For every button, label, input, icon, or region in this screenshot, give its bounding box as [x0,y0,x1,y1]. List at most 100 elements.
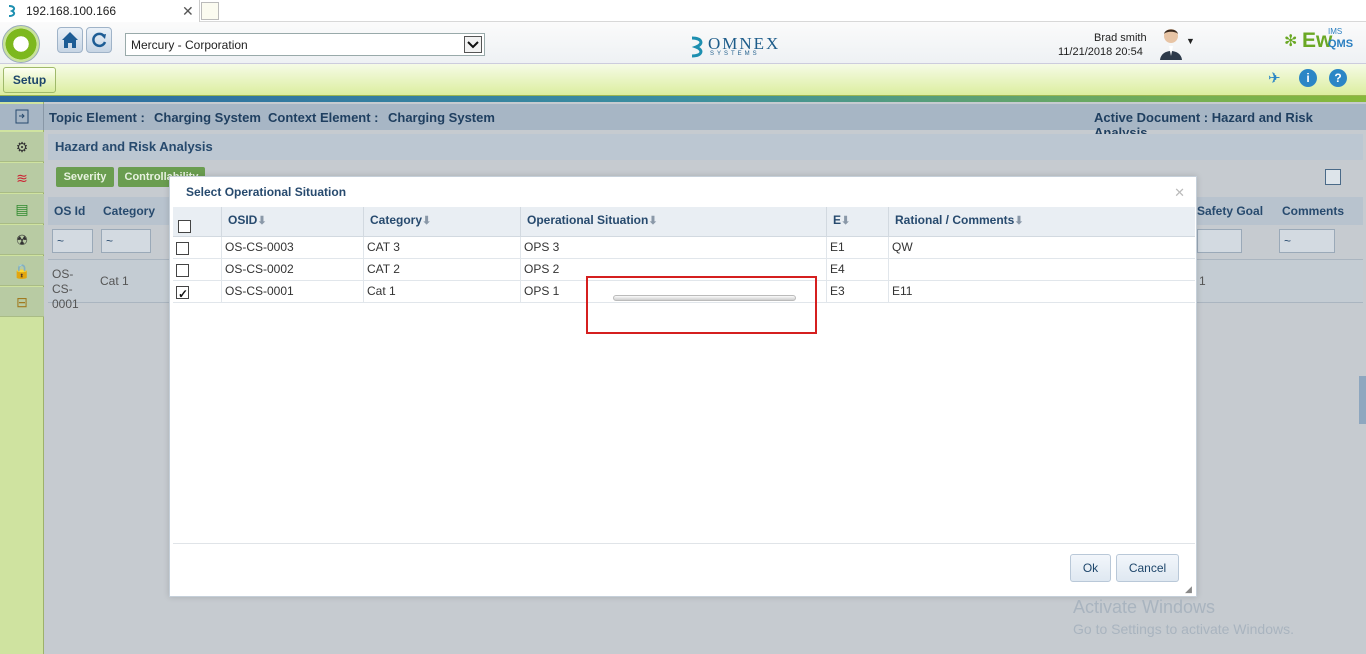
pin-icon[interactable]: ✈ [1268,69,1286,87]
column-comments: Comments [1282,204,1345,218]
column-operational-situation-label: Operational Situation [527,213,649,227]
layers-icon[interactable]: ≋ [0,163,44,193]
column-rational-comments-label: Rational / Comments [895,213,1015,227]
browser-tab-title: 192.168.100.166 [26,4,117,18]
filter-comments[interactable]: ~ [1279,229,1335,253]
sort-arrow-icon: ⬇ [1014,215,1024,227]
ewqms-flower-icon: ✻ [1284,33,1298,50]
page-scrollbar-thumb[interactable] [1359,376,1366,424]
select-all-checkbox[interactable] [178,220,191,233]
cell-comments [889,259,1195,281]
cell-e: E3 [827,281,889,303]
settings-gear-icon[interactable]: ⚙ [0,132,44,162]
table-row[interactable]: OS-CS-0003 CAT 3 OPS 3 E1 QW [173,237,1195,259]
collapse-button[interactable] [0,104,44,130]
cell-e: E1 [827,237,889,259]
row-checkbox-cell [173,237,222,259]
module-toolbar: Setup ✈ i ? [0,64,1366,96]
hazard-icon[interactable]: ☢ [0,225,44,255]
close-icon[interactable]: ✕ [1174,185,1185,201]
dialog-title: Select Operational Situation [186,185,347,199]
browser-tab[interactable]: 192.168.100.166 ✕ [0,0,200,22]
refresh-icon [92,32,107,48]
topic-bar: Topic Element : Charging System Context … [44,104,1366,140]
omnex-favicon-icon [8,5,16,17]
omnex-mark-icon [691,36,703,58]
avatar[interactable] [1158,26,1184,60]
help-icon[interactable]: ? [1329,69,1347,87]
context-element-value: Charging System [388,110,495,125]
stack-icon[interactable]: ▤ [0,194,44,224]
panel-title-bar: Hazard and Risk Analysis [48,134,1363,160]
dialog-grid-header: OSID⬇ Category⬇ Operational Situation⬇ E… [173,207,1195,237]
column-category: Category [103,204,156,218]
column-category-label: Category [370,213,423,227]
cell-category: CAT 2 [364,259,521,281]
cancel-button[interactable]: Cancel [1116,554,1179,582]
organization-select[interactable]: Mercury - Corporation [125,33,485,56]
column-os-id: OS Id [54,204,86,218]
horizontal-scrollbar[interactable] [613,295,796,301]
setup-tab[interactable]: Setup [3,67,56,93]
cell-category: CAT 3 [364,237,521,259]
ok-button[interactable]: Ok [1070,554,1111,582]
close-tab-icon[interactable]: ✕ [182,3,194,20]
topic-element-value: Charging System [154,110,261,125]
collapse-icon [15,109,29,124]
filter-safety-goal[interactable] [1197,229,1242,253]
column-safety-goal: Safety Goal [1197,204,1264,218]
left-sidebar: ⚙ ≋ ▤ ☢ 🔒 ⊟ [0,102,44,654]
highlight-annotation-box [586,276,817,334]
row-checkbox-cell [173,281,222,304]
app-header: Mercury - Corporation OMNEX SYSTEMS Brad… [0,22,1366,64]
new-tab-button[interactable] [201,2,219,20]
activate-windows-title: Activate Windows [1073,597,1216,617]
severity-button[interactable]: Severity [56,167,114,187]
user-timestamp: 11/21/2018 20:54 [1058,46,1143,58]
chevron-down-icon[interactable] [464,36,482,53]
info-icon[interactable]: i [1299,69,1317,87]
filter-category[interactable]: ~ [101,229,151,253]
cell-comments: QW [892,240,913,254]
lock-icon[interactable]: 🔒 [0,256,44,286]
column-e[interactable]: E⬇ [827,207,889,237]
column-osid-label: OSID [228,213,258,227]
sort-arrow-icon: ⬇ [257,215,267,227]
row-os-id: OS-CS-0001 [52,267,79,311]
product-name-ims: IMS [1328,27,1343,36]
user-name: Brad smith [1094,32,1147,44]
column-rational-comments[interactable]: Rational / Comments⬇ [889,207,1195,237]
column-operational-situation[interactable]: Operational Situation⬇ [521,207,827,237]
column-osid[interactable]: OSID⬇ [222,207,364,237]
row-checkbox[interactable] [176,242,189,255]
home-button[interactable] [57,27,83,53]
cell-situation: OPS 3 [521,237,827,259]
row-checkbox-checked[interactable] [176,284,189,304]
sort-arrow-icon: ⬇ [841,215,851,227]
row-checkbox-cell [173,259,222,281]
product-name-qms: QMS [1328,38,1354,50]
column-category[interactable]: Category⬇ [364,207,521,237]
refresh-button[interactable] [86,27,112,53]
activate-windows-subtitle: Go to Settings to activate Windows. [1073,621,1294,637]
home-icon [62,32,78,48]
cell-e: E4 [827,259,889,281]
cell-comments: E11 [892,284,913,298]
padlock-icon[interactable]: ⊟ [0,287,44,317]
cell-osid: OS-CS-0001 [222,281,364,303]
filter-os-id[interactable]: ~ [52,229,93,253]
row-category: Cat 1 [100,274,129,288]
resize-grip-icon[interactable]: ◢ [1185,585,1193,594]
row-checkbox[interactable] [176,264,189,277]
company-logo[interactable] [2,25,40,63]
column-e-label: E [833,213,842,227]
omnex-brand-sub: SYSTEMS [710,51,760,57]
select-operational-situation-dialog: Select Operational Situation ✕ OSID⬇ Cat… [169,176,1197,597]
row-safety-goal: 1 [1199,274,1206,288]
cell-category: Cat 1 [364,281,521,303]
cell-osid: OS-CS-0002 [222,259,364,281]
column-chooser-icon[interactable] [1325,169,1341,185]
user-menu-caret-icon[interactable]: ▼ [1186,36,1195,46]
panel-title: Hazard and Risk Analysis [55,139,213,154]
sort-arrow-icon: ⬇ [648,215,658,227]
